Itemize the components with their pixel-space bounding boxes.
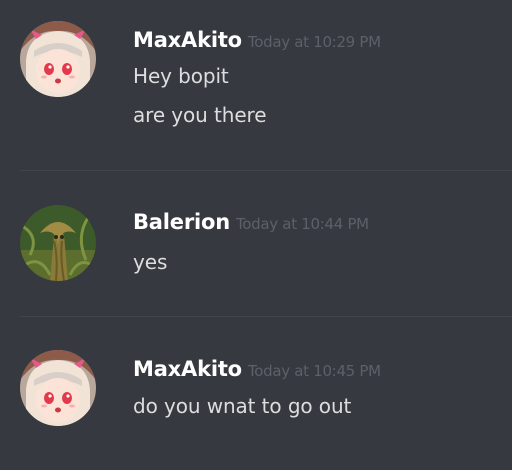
username[interactable]: MaxAkito <box>133 28 242 52</box>
user-avatar[interactable] <box>20 205 96 281</box>
message-group: MaxAkito Today at 10:29 PM Hey bopit are … <box>0 0 512 170</box>
message-text: are you there <box>133 103 267 127</box>
timestamp: Today at 10:45 PM <box>247 362 381 380</box>
message-text: yes <box>133 250 168 274</box>
tree-creature-avatar-icon <box>20 205 96 281</box>
message-text: Hey bopit <box>133 64 229 88</box>
message-header: MaxAkito Today at 10:29 PM <box>133 25 381 55</box>
timestamp: Today at 10:29 PM <box>247 33 381 51</box>
message-header: MaxAkito Today at 10:45 PM <box>133 354 381 384</box>
user-avatar[interactable] <box>20 350 96 426</box>
message-header: Balerion Today at 10:44 PM <box>133 207 369 237</box>
message-group: Balerion Today at 10:44 PM yes <box>0 171 512 316</box>
username[interactable]: Balerion <box>133 210 230 234</box>
chat-message-list: MaxAkito Today at 10:29 PM Hey bopit are … <box>0 0 512 470</box>
message-text: do you wnat to go out <box>133 394 352 418</box>
user-avatar[interactable] <box>20 21 96 97</box>
username[interactable]: MaxAkito <box>133 357 242 381</box>
anime-girl-avatar-icon <box>20 350 96 426</box>
message-group: MaxAkito Today at 10:45 PM do you wnat to… <box>0 317 512 470</box>
timestamp: Today at 10:44 PM <box>235 215 369 233</box>
anime-girl-avatar-icon <box>20 21 96 97</box>
